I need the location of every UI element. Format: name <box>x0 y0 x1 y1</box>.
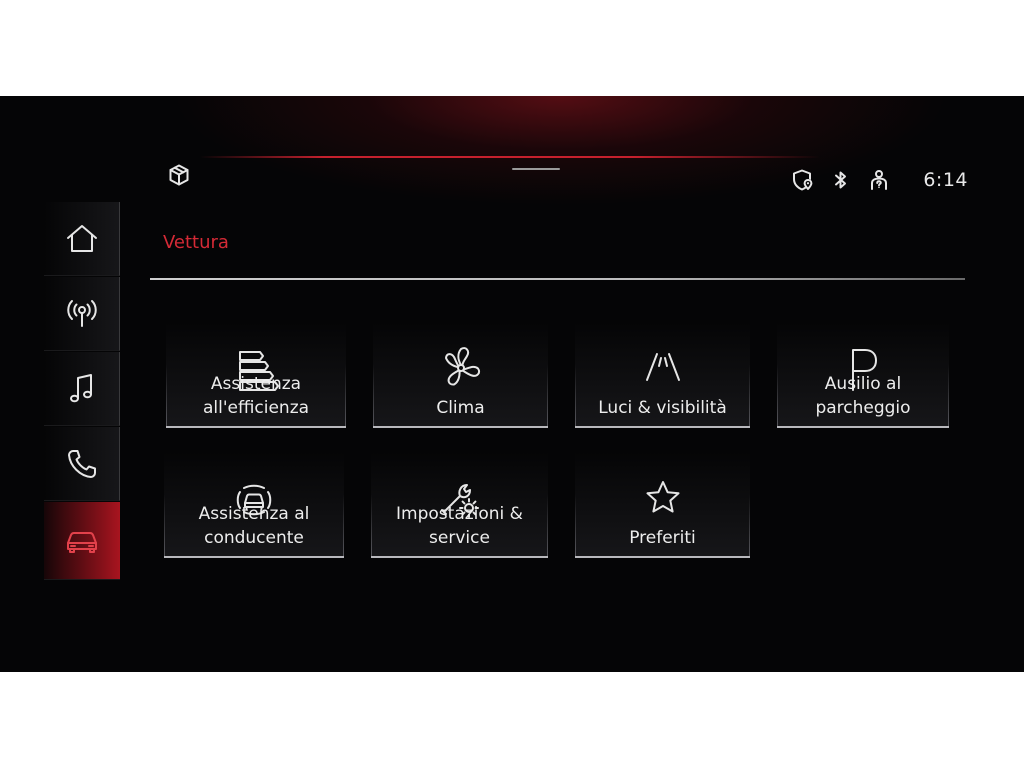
shield-location-icon[interactable] <box>791 168 815 192</box>
dock-item-car[interactable] <box>44 502 120 580</box>
cube-icon[interactable] <box>167 163 191 187</box>
dock-item-phone[interactable] <box>44 427 120 501</box>
tile-label: Ausilio al parcheggio <box>815 374 911 418</box>
tile-ausilio-parcheggio[interactable]: Ausilio al parcheggio <box>777 322 949 428</box>
user-help-icon[interactable] <box>867 168 891 192</box>
tile-label: Luci & visibilità <box>598 398 727 418</box>
radio-antenna-icon <box>66 299 97 327</box>
tile-preferiti[interactable]: Preferiti <box>575 452 750 558</box>
tile-label: Clima <box>436 398 485 418</box>
tile-label: Preferiti <box>629 528 696 548</box>
clock: 6:14 <box>923 169 968 191</box>
tile-luci-visibilita[interactable]: Luci & visibilità <box>575 322 750 428</box>
infotainment-screen: 6:14 Vettura Assistenza all'efficienza C… <box>0 96 1024 672</box>
status-bar: 6:14 <box>791 167 968 193</box>
top-accent-line <box>200 156 820 158</box>
star-icon <box>646 481 679 513</box>
tile-impostazioni-service[interactable]: Impostazioni & service <box>371 452 548 558</box>
tile-label: Impostazioni & service <box>396 504 523 548</box>
title-divider <box>150 278 965 280</box>
bluetooth-icon[interactable] <box>829 168 853 192</box>
music-note-icon <box>69 373 92 402</box>
dock-item-radio[interactable] <box>44 277 120 351</box>
home-icon <box>66 224 97 252</box>
dock-item-home[interactable] <box>44 202 120 276</box>
page-title: Vettura <box>163 232 229 253</box>
tile-assistenza-efficienza[interactable]: Assistenza all'efficienza <box>166 322 346 428</box>
dock-item-media[interactable] <box>44 352 120 426</box>
tile-assistenza-conducente[interactable]: Assistenza al conducente <box>164 452 344 558</box>
tile-clima[interactable]: Clima <box>373 322 548 428</box>
fan-icon <box>444 347 480 386</box>
drag-handle[interactable] <box>512 168 560 170</box>
road-lights-icon <box>645 353 680 381</box>
tile-label: Assistenza all'efficienza <box>202 374 310 418</box>
phone-icon <box>67 449 96 478</box>
left-dock <box>44 202 120 582</box>
tile-label: Assistenza al conducente <box>198 504 310 548</box>
car-icon <box>67 531 97 553</box>
